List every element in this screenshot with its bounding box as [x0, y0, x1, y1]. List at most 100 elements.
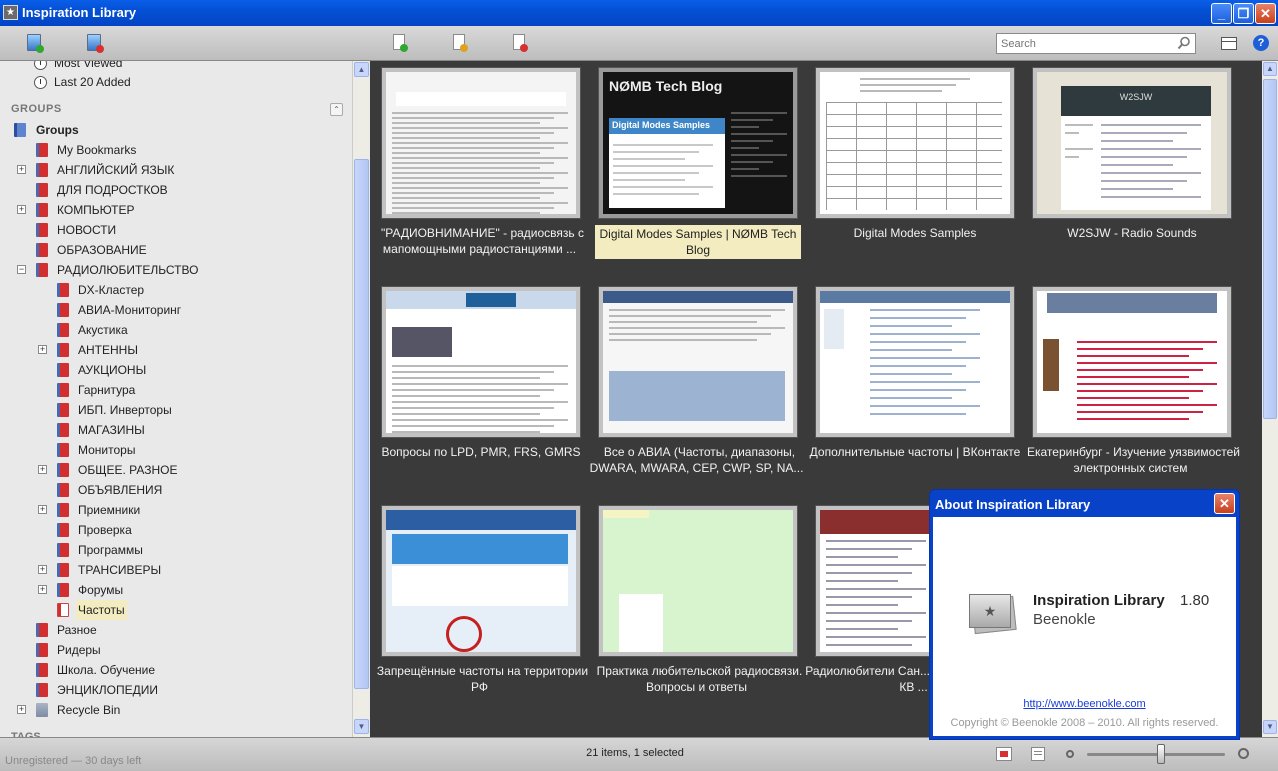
- sidebar-group-item[interactable]: Гарнитура: [0, 380, 350, 400]
- bookmark-caption[interactable]: Digital Modes Samples | NØMB Tech Blog: [584, 225, 812, 259]
- bookmark-thumbnail[interactable]: [815, 67, 1015, 219]
- sidebar-group-item[interactable]: Программы: [0, 540, 350, 560]
- vk-sidebar: [824, 309, 844, 349]
- expand-icon[interactable]: +: [38, 565, 47, 574]
- sidebar-scrollbar[interactable]: ▲ ▼: [352, 61, 369, 737]
- view-mode-icon[interactable]: [1221, 37, 1237, 50]
- bookmark-caption[interactable]: Все о АВИА (Частоты, диапазоны, DWARA, M…: [584, 444, 812, 476]
- thumbnail-text-line: [392, 127, 568, 129]
- minimize-button[interactable]: _: [1211, 3, 1232, 24]
- sidebar-group-item[interactable]: + ТРАНСИВЕРЫ: [0, 560, 350, 580]
- details-icon[interactable]: [1031, 747, 1045, 761]
- help-icon[interactable]: ?: [1253, 35, 1269, 51]
- sidebar-group-item[interactable]: ДЛЯ ПОДРОСТКОВ: [0, 180, 350, 200]
- sidebar-group-item[interactable]: Школа. Обучение: [0, 660, 350, 680]
- bookmark-thumbnail[interactable]: [381, 505, 581, 657]
- sidebar-group-item[interactable]: Проверка: [0, 520, 350, 540]
- search-input[interactable]: [996, 33, 1196, 54]
- sidebar-group-item[interactable]: − РАДИОЛЮБИТЕЛЬСТВО: [0, 260, 350, 280]
- thumbnail-text-line: [860, 90, 942, 92]
- bookmark-caption[interactable]: Digital Modes Samples: [801, 225, 1029, 241]
- sidebar-group-item[interactable]: НОВОСТИ: [0, 220, 350, 240]
- sidebar-group-item[interactable]: ЭНЦИКЛОПЕДИИ: [0, 680, 350, 700]
- bookmark-caption[interactable]: Дополнительные частоты | ВКонтакте: [801, 444, 1029, 460]
- dialog-close-button[interactable]: ✕: [1214, 493, 1235, 514]
- expand-icon[interactable]: +: [38, 585, 47, 594]
- sidebar-group-item[interactable]: + Recycle Bin: [0, 700, 350, 720]
- sidebar-group-item[interactable]: АВИА-Мониторинг: [0, 300, 350, 320]
- bookmark-thumbnail[interactable]: [381, 286, 581, 438]
- table-col-line: [976, 102, 977, 210]
- expand-icon[interactable]: +: [38, 505, 47, 514]
- maximize-button[interactable]: ❐: [1233, 3, 1254, 24]
- thumbnail-text-line: [870, 389, 966, 391]
- slideshow-icon[interactable]: [996, 747, 1012, 761]
- scrollbar-thumb[interactable]: [1263, 79, 1277, 419]
- sidebar-group-item[interactable]: ИБП. Инверторы: [0, 400, 350, 420]
- scrollbar-thumb[interactable]: [354, 159, 369, 689]
- sidebar-group-item[interactable]: + АНГЛИЙСКИЙ ЯЗЫК: [0, 160, 350, 180]
- bookmark-caption[interactable]: Екатеринбург - Изучение уязвимостей элек…: [1018, 444, 1246, 476]
- bookmark-thumbnail[interactable]: [1032, 286, 1232, 438]
- close-button[interactable]: ✕: [1255, 3, 1276, 24]
- sidebar-group-item[interactable]: + Приемники: [0, 500, 350, 520]
- expand-icon[interactable]: +: [17, 205, 26, 214]
- scroll-down-icon[interactable]: ▼: [1263, 720, 1277, 734]
- bookmark-thumbnail[interactable]: NØMB Tech Blog Digital Modes Samples: [598, 67, 798, 219]
- sidebar-group-item[interactable]: АУКЦИОНЫ: [0, 360, 350, 380]
- sidebar-group-item[interactable]: Частоты: [0, 600, 350, 620]
- bookmark-caption[interactable]: "РАДИОВНИМАНИЕ" - радиосвязь с мапомощны…: [370, 225, 595, 257]
- expand-icon[interactable]: +: [38, 465, 47, 474]
- add-group-icon[interactable]: [27, 34, 44, 53]
- bookmark-caption[interactable]: W2SJW - Radio Sounds: [1018, 225, 1246, 241]
- sidebar-group-item[interactable]: ОБЪЯВЛЕНИЯ: [0, 480, 350, 500]
- scroll-up-icon[interactable]: ▲: [354, 62, 369, 77]
- thumbnail-text-line: [392, 142, 568, 144]
- bookmark-caption[interactable]: Практика любительской радиосвязи. Вопрос…: [584, 663, 812, 695]
- scroll-down-icon[interactable]: ▼: [354, 719, 369, 734]
- sidebar-group-item[interactable]: Акустика: [0, 320, 350, 340]
- collapse-groups-icon[interactable]: ⌃: [330, 103, 343, 116]
- expand-icon[interactable]: +: [17, 165, 26, 174]
- sidebar-group-item[interactable]: DX-Кластер: [0, 280, 350, 300]
- bookmark-thumbnail[interactable]: [815, 286, 1015, 438]
- sidebar-group-item[interactable]: ОБРАЗОВАНИЕ: [0, 240, 350, 260]
- website-link[interactable]: http://www.beenokle.com: [933, 698, 1236, 710]
- sidebar-group-item[interactable]: Разное: [0, 620, 350, 640]
- edit-item-icon[interactable]: [453, 34, 468, 52]
- zoom-slider-knob[interactable]: [1157, 744, 1165, 764]
- add-item-icon[interactable]: [393, 34, 408, 52]
- site-banner: [392, 534, 568, 564]
- sidebar-group-item[interactable]: МАГАЗИНЫ: [0, 420, 350, 440]
- sidebar-item-label: Акустика: [78, 323, 128, 337]
- zoom-slider-track[interactable]: [1087, 753, 1225, 756]
- thumbnail-text-line: [1077, 376, 1189, 378]
- zoom-in-icon[interactable]: [1238, 748, 1249, 759]
- delete-group-icon[interactable]: [87, 34, 104, 53]
- sidebar-group-item[interactable]: Ридеры: [0, 640, 350, 660]
- scroll-up-icon[interactable]: ▲: [1263, 62, 1277, 76]
- grid-scrollbar[interactable]: ▲ ▼: [1262, 61, 1278, 737]
- delete-item-icon[interactable]: [513, 34, 528, 52]
- search-icon[interactable]: [1177, 36, 1191, 50]
- about-dialog: About Inspiration Library ✕ ★ Inspiratio…: [929, 489, 1240, 740]
- collapse-icon[interactable]: −: [17, 265, 26, 274]
- expand-icon[interactable]: +: [17, 705, 26, 714]
- bookmark-caption[interactable]: Вопросы по LPD, PMR, FRS, GMRS: [370, 444, 595, 460]
- thumbnail-page: [1037, 291, 1227, 433]
- sidebar-group-item[interactable]: My Bookmarks: [0, 140, 350, 160]
- bookmark-thumbnail[interactable]: W2SJW: [1032, 67, 1232, 219]
- sidebar-group-item[interactable]: + Форумы: [0, 580, 350, 600]
- bookmark-thumbnail[interactable]: [598, 505, 798, 657]
- thumbnail-text-line: [1101, 180, 1187, 182]
- expand-icon[interactable]: +: [38, 345, 47, 354]
- sidebar-group-item[interactable]: + АНТЕННЫ: [0, 340, 350, 360]
- zoom-out-icon[interactable]: [1066, 750, 1074, 758]
- sidebar-group-item[interactable]: + ОБЩЕЕ. РАЗНОЕ: [0, 460, 350, 480]
- bookmark-thumbnail[interactable]: [381, 67, 581, 219]
- sidebar-group-item[interactable]: Мониторы: [0, 440, 350, 460]
- bookmark-caption[interactable]: Запрещённые частоты на территории РФ: [370, 663, 595, 695]
- bookmark-thumbnail[interactable]: [598, 286, 798, 438]
- thumbnail-text-line: [1077, 397, 1189, 399]
- sidebar-group-item[interactable]: + КОМПЬЮТЕР: [0, 200, 350, 220]
